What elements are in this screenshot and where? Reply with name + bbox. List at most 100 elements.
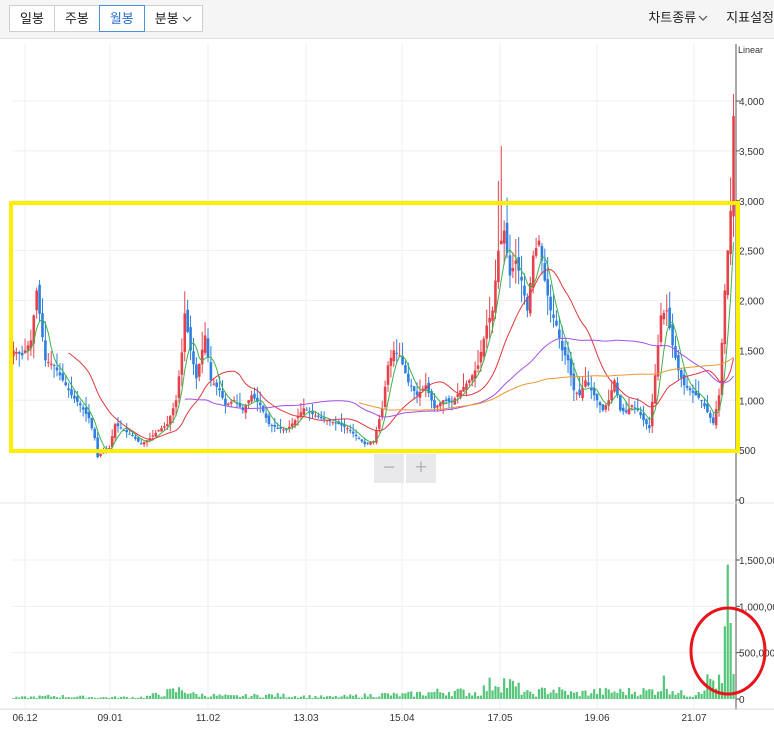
candle-body: [302, 408, 306, 415]
candle-body: [192, 351, 195, 365]
candle-body: [537, 240, 541, 246]
y-tick-label: 3,000: [739, 197, 764, 208]
x-tick-label: 19.06: [584, 713, 609, 724]
candle-body: [462, 386, 465, 392]
y-tick-label: 2,000: [739, 297, 764, 308]
volume-bar: [354, 694, 358, 699]
volume-bar: [50, 696, 53, 699]
tab-monthly[interactable]: 월봉: [98, 5, 145, 32]
candle-body: [107, 448, 111, 450]
volume-bar: [267, 693, 271, 699]
candle-body: [166, 424, 169, 427]
volume-bar: [90, 697, 93, 699]
volume-bar: [108, 697, 111, 699]
x-tick-label: 06.12: [12, 713, 37, 724]
volume-bar: [308, 695, 311, 699]
volume-bar: [111, 696, 114, 699]
candle-body: [378, 419, 381, 429]
candle-body: [93, 428, 97, 439]
volume-bar: [668, 694, 671, 699]
volume-bar: [32, 696, 35, 699]
candle-body: [656, 345, 660, 377]
candle-body: [421, 388, 425, 390]
candle-body: [351, 431, 355, 434]
volume-bar: [288, 696, 291, 699]
volume-bar: [386, 693, 390, 699]
volume-bar: [154, 692, 157, 699]
candle-body: [700, 400, 703, 402]
indicator-settings-button[interactable]: 지표설정: [726, 5, 774, 30]
volume-bar: [465, 696, 468, 699]
volume-bar: [627, 687, 631, 699]
tab-daily[interactable]: 일봉: [9, 5, 55, 32]
candle-body: [250, 395, 253, 402]
volume-bar: [221, 695, 224, 699]
volume-bar: [479, 695, 483, 699]
candle-body: [621, 407, 625, 412]
zoom-in-button[interactable]: +: [406, 454, 436, 483]
candle-body: [346, 428, 349, 430]
period-tabs: 일봉 주봉 월봉 분봉: [9, 5, 203, 32]
candle-body: [183, 313, 187, 352]
zoom-out-button[interactable]: −: [374, 454, 404, 483]
candle-body: [584, 380, 587, 387]
volume-bar: [227, 695, 230, 699]
candle-body: [261, 405, 265, 412]
volume-bar: [305, 697, 308, 699]
candle-body: [619, 394, 622, 411]
volume-tick-label: 1,500,000: [739, 556, 774, 567]
candle-body: [46, 362, 50, 364]
volume-bar: [131, 696, 134, 699]
volume-bar: [352, 695, 355, 699]
volume-bar: [392, 692, 395, 699]
volume-bar: [201, 693, 204, 699]
tab-minute[interactable]: 분봉: [143, 5, 203, 32]
volume-bar: [79, 695, 82, 699]
candle-body: [560, 340, 564, 351]
candle-body: [648, 425, 651, 429]
candle-body: [685, 385, 689, 388]
candle-body: [224, 398, 227, 406]
candle-body: [572, 373, 576, 391]
tab-weekly-label: 주봉: [64, 11, 89, 26]
volume-bar: [677, 692, 680, 699]
candle-body: [404, 365, 407, 374]
candle-body: [555, 320, 558, 326]
volume-bar: [224, 694, 227, 699]
volume-bar: [183, 692, 186, 699]
candle-body: [723, 290, 727, 345]
volume-bar: [314, 696, 317, 699]
candle-body: [84, 407, 88, 414]
volume-bar: [273, 696, 276, 699]
candle-body: [90, 417, 94, 429]
candle-body: [709, 413, 712, 418]
volume-tick-label: 0: [739, 695, 745, 706]
volume-bar: [488, 677, 491, 699]
x-tick-label: 17.05: [487, 713, 512, 724]
tab-weekly[interactable]: 주봉: [53, 5, 100, 32]
candle-body: [598, 402, 602, 406]
chart-type-dropdown[interactable]: 차트종류: [648, 5, 708, 30]
stock-chart[interactable]: Linear 0 500 1,000 1,500 2,000 2,500 3,000 3,50…: [0, 38, 774, 730]
volume-bar: [447, 692, 451, 699]
candle-body: [212, 383, 216, 385]
y-tick-label: 4,000: [739, 97, 764, 108]
volume-bar: [645, 690, 648, 699]
candle-body: [444, 399, 448, 401]
volume-bar: [680, 690, 683, 699]
volume-bar: [703, 690, 706, 699]
volume-bar: [430, 692, 433, 699]
volume-bars: [12, 564, 735, 699]
volume-axis: 0500,0001,000,0001,500,000: [736, 556, 774, 706]
candle-body: [476, 365, 480, 369]
volume-bar: [174, 692, 178, 699]
candle-body: [157, 430, 160, 432]
candle-body: [113, 424, 117, 438]
candle-body: [247, 400, 250, 404]
candle-body: [595, 394, 599, 401]
volume-bar: [439, 692, 442, 699]
x-tick-label: 09.01: [97, 713, 122, 724]
volume-bar: [561, 689, 564, 699]
volume-bar: [41, 695, 44, 699]
volume-bar: [729, 623, 732, 699]
